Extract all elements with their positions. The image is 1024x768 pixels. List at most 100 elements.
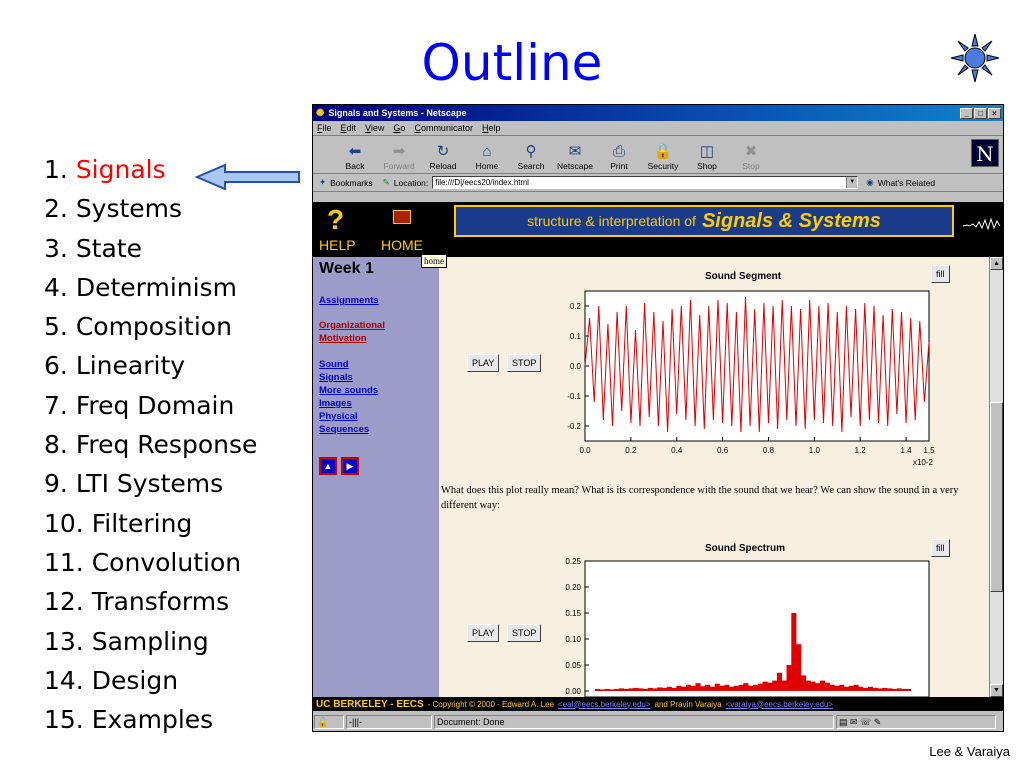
- stop-button[interactable]: ✖ Stop: [729, 143, 773, 173]
- home-button[interactable]: ⌂ Home: [465, 143, 509, 173]
- menu-view[interactable]: View: [365, 123, 384, 133]
- week-heading: Week 1: [319, 260, 374, 277]
- chevron-down-icon[interactable]: ▼: [846, 177, 858, 188]
- next-arrow-button[interactable]: ▶: [341, 457, 359, 475]
- reload-button[interactable]: ↻ Reload: [421, 143, 465, 173]
- nav-link[interactable]: Organizational Motivation: [319, 319, 399, 345]
- menu-communicator[interactable]: Communicator: [414, 123, 473, 133]
- back-icon: ⬅: [348, 143, 362, 160]
- menu-file[interactable]: File: [317, 123, 332, 133]
- outline-item-label: Convolution: [91, 547, 242, 577]
- help-link[interactable]: HELP: [319, 237, 356, 253]
- spectrum-bar: [872, 687, 878, 691]
- footer-email-lee[interactable]: <eal@eecs.berkeley.edu>: [558, 700, 650, 709]
- house-icon[interactable]: [393, 210, 411, 224]
- spectrum-bar: [647, 687, 653, 691]
- nav-link[interactable]: More sounds: [319, 385, 378, 396]
- outline-item-label: Freq Response: [75, 430, 258, 460]
- x-tick-label: 0.6: [717, 446, 729, 455]
- y-tick-label: 0.2: [570, 302, 582, 311]
- search-button[interactable]: ⚲ Search: [509, 143, 553, 173]
- author-credit: Lee & Varaiya: [929, 744, 1010, 759]
- nav-link[interactable]: Physical: [319, 411, 358, 422]
- whats-related-button[interactable]: What's Related: [878, 178, 935, 188]
- shop-button[interactable]: ◫ Shop: [685, 143, 729, 173]
- spectrum-bar: [686, 684, 692, 691]
- up-arrow-button[interactable]: ▲: [319, 457, 337, 475]
- home-link[interactable]: HOME: [381, 237, 423, 253]
- outline-item-label: Filtering: [91, 508, 193, 538]
- help-icon[interactable]: ?: [327, 204, 344, 236]
- spectrum-bar: [776, 672, 782, 691]
- spectrum-bar: [757, 683, 763, 691]
- location-input[interactable]: file:///D|/eecs20/index.html ▼: [432, 176, 859, 189]
- outline-item: 13. Sampling: [44, 627, 257, 666]
- nav-link[interactable]: Images: [319, 398, 352, 409]
- outline-item: 12. Transforms: [44, 587, 257, 626]
- scroll-up-icon[interactable]: ▲: [990, 257, 1003, 270]
- spectrum-bar: [714, 683, 720, 691]
- nav-link[interactable]: Signals: [319, 372, 353, 383]
- stop-button[interactable]: STOP: [507, 354, 542, 372]
- spectrum-bar: [633, 687, 639, 691]
- spectrum-bar: [863, 687, 869, 691]
- nav-link[interactable]: Sound: [319, 359, 349, 370]
- outline-item: 4. Determinism: [44, 273, 257, 312]
- plot-frame: [584, 560, 930, 697]
- browser-window: ✺ Signals and Systems - Netscape _ □ × F…: [312, 104, 1004, 732]
- banner-subtitle: structure & interpretation of: [527, 213, 696, 229]
- bookmarks-button[interactable]: Bookmarks: [330, 178, 373, 188]
- play-button-2[interactable]: PLAY: [467, 624, 500, 642]
- shop-icon: ◫: [699, 143, 715, 160]
- spectrum-bar: [614, 688, 620, 691]
- netscape-logo[interactable]: N: [971, 139, 999, 167]
- print-button[interactable]: ⎙ Print: [597, 143, 641, 173]
- spectrum-bar: [772, 680, 778, 691]
- vertical-scrollbar[interactable]: ▲ ▼: [989, 257, 1003, 697]
- navigation-toolbar: ⬅ Back ➡ Forward ↻ Reload ⌂ Home ⚲ Search ✉ Netscap…: [313, 136, 1003, 174]
- left-nav-frame: Week 1 Assignments Organizational Motivat…: [313, 257, 439, 697]
- y-tick-label: 0.0: [570, 362, 582, 371]
- menu-go[interactable]: Go: [393, 123, 405, 133]
- maximize-button[interactable]: □: [974, 107, 987, 119]
- menu-help[interactable]: Help: [482, 123, 501, 133]
- back-button[interactable]: ⬅ Back: [333, 143, 377, 173]
- spectrum-bar: [848, 685, 854, 691]
- scroll-thumb[interactable]: [990, 402, 1003, 592]
- outline-item-label: Linearity: [75, 351, 186, 381]
- outline-item-number: 3.: [44, 233, 68, 263]
- window-titlebar[interactable]: ✺ Signals and Systems - Netscape _ □ ×: [313, 105, 1003, 121]
- component-bar[interactable]: ▤ ✉ ☏ ✎: [836, 715, 996, 729]
- location-label: Location:: [393, 177, 429, 188]
- scroll-down-icon[interactable]: ▼: [990, 684, 1003, 697]
- outline-item-number: 6.: [44, 351, 68, 381]
- toolbar-collapse-tab[interactable]: [313, 192, 1003, 200]
- outline-list: 1. Signals 2. Systems 3. State 4. Determini…: [44, 155, 257, 744]
- sound-segment-plot: 0.2 0.1 0.0 -0.1 -0.2 0.0 0.2 0.4 0.6 0.8 1.0 1.2 1.…: [567, 290, 935, 467]
- footer-email-varaiya[interactable]: <varaiya@eecs.berkeley.edu>: [726, 700, 834, 709]
- whats-related-icon[interactable]: ◉: [866, 177, 873, 188]
- fill-button[interactable]: fill: [931, 265, 950, 283]
- spectrum-bar: [853, 684, 859, 691]
- sound-segment-title: Sound Segment: [705, 271, 782, 282]
- toolbar-label: Shop: [697, 161, 717, 171]
- close-button[interactable]: ×: [988, 107, 1001, 119]
- y-tick-label: 0.00: [565, 687, 581, 696]
- security-lock-icon[interactable]: 🔓: [314, 715, 344, 729]
- spectrum-bar: [858, 686, 864, 691]
- sound-spectrum-plot: 0.25 0.20 0.15 0.10 0.05 0.00: [565, 557, 930, 697]
- spectrum-bar: [877, 688, 883, 691]
- nav-link[interactable]: Assignments: [319, 295, 379, 306]
- minimize-button[interactable]: _: [960, 107, 973, 119]
- forward-button[interactable]: ➡ Forward: [377, 143, 421, 173]
- menu-edit[interactable]: Edit: [341, 123, 357, 133]
- stop-button-2[interactable]: STOP: [507, 624, 542, 642]
- play-button[interactable]: PLAY: [467, 354, 500, 372]
- y-tick-label: -0.2: [567, 422, 581, 431]
- security-button[interactable]: 🔒 Security: [641, 143, 685, 173]
- location-value: file:///D|/eecs20/index.html: [435, 178, 529, 187]
- spectrum-bar: [671, 687, 677, 691]
- bookmarks-icon[interactable]: ✦: [319, 177, 326, 188]
- netscape-button[interactable]: ✉ Netscape: [553, 143, 597, 173]
- nav-link[interactable]: Sequences: [319, 424, 369, 435]
